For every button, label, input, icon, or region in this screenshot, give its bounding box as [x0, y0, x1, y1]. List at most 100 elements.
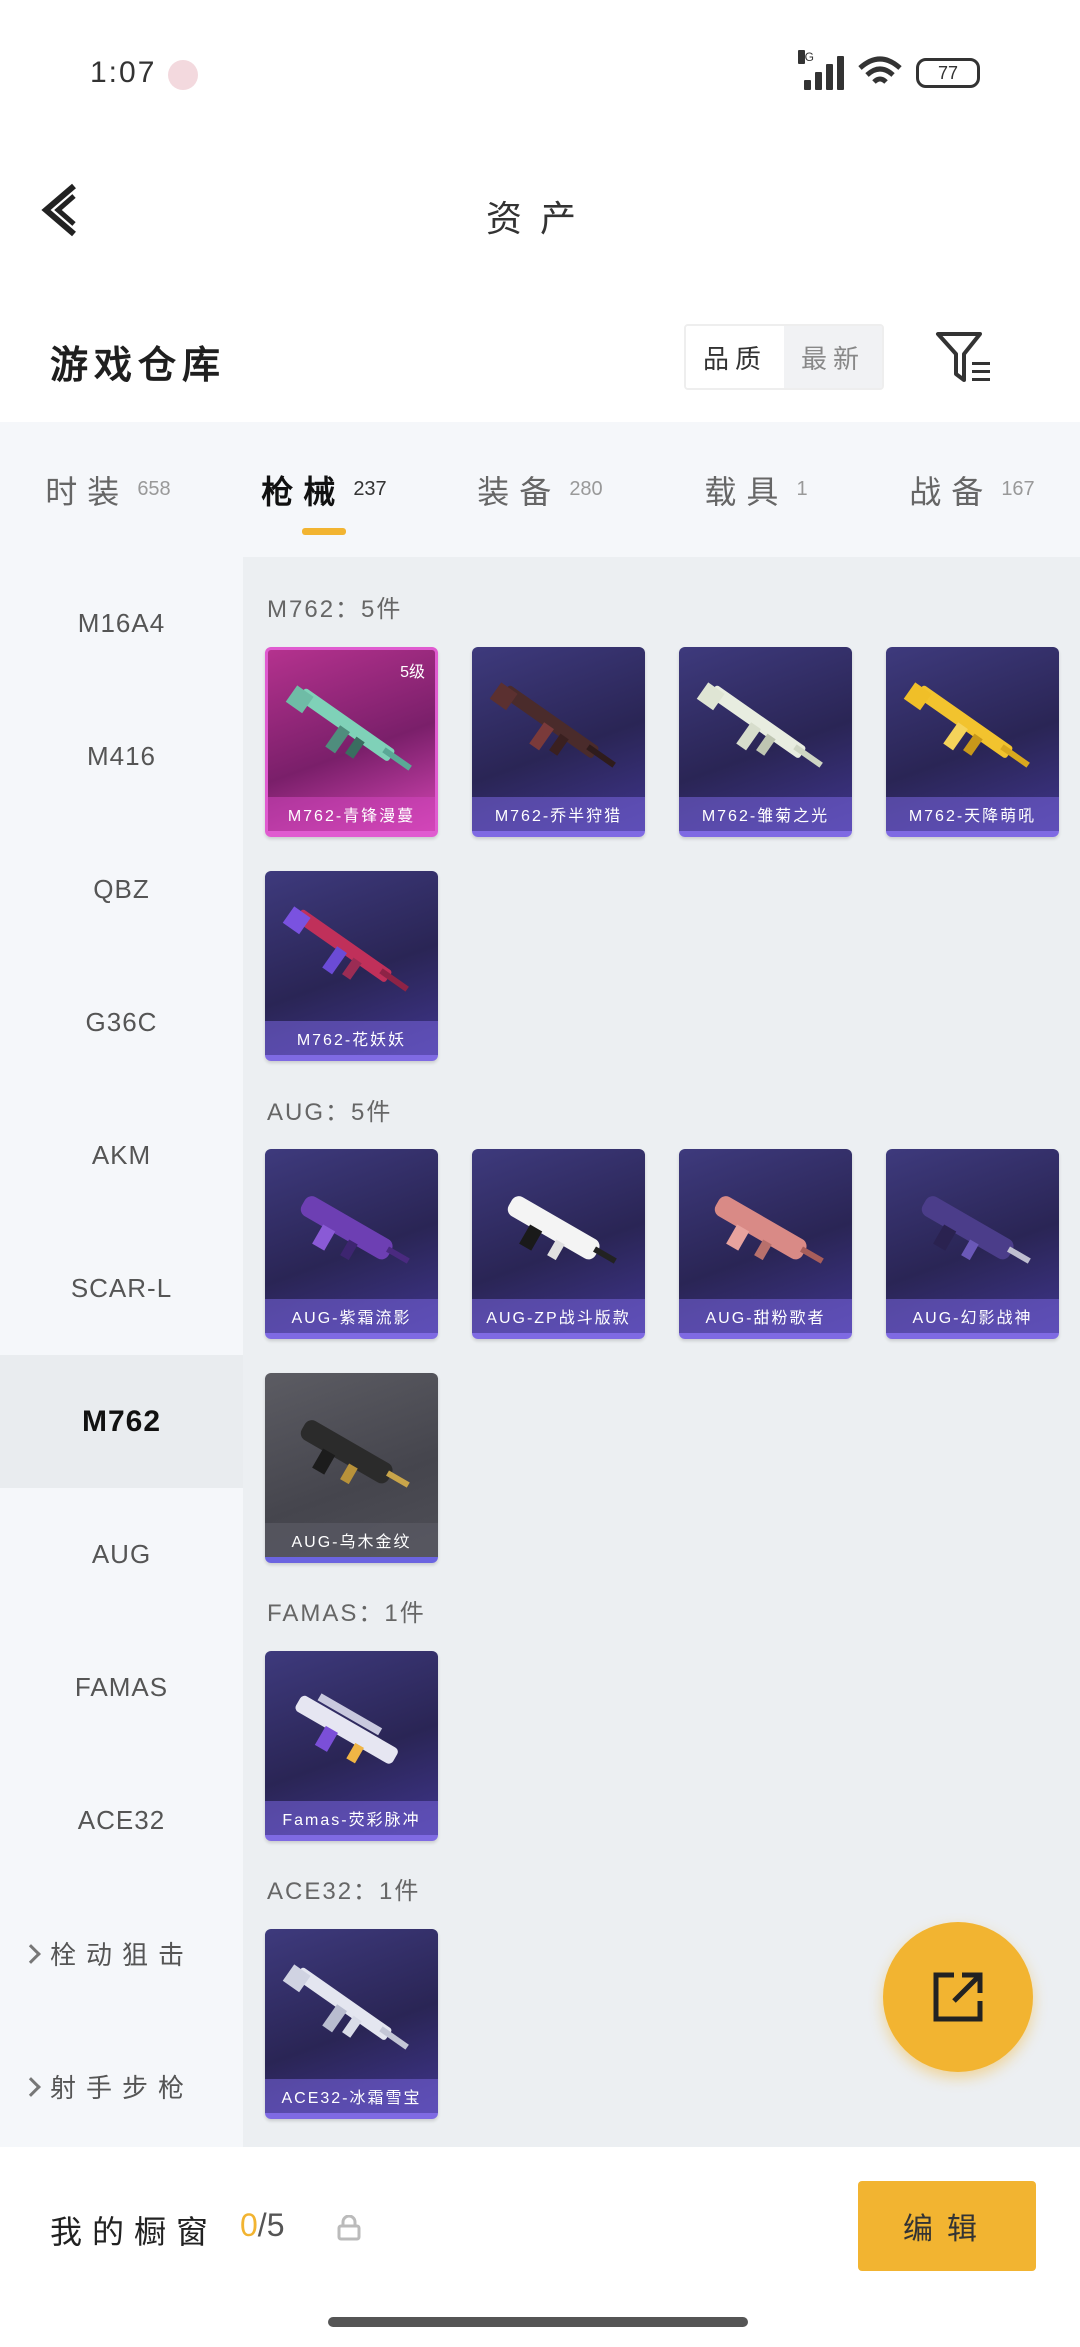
sort-toggle: 品质 最新	[684, 324, 884, 390]
skin-card[interactable]: ACE32-冰霜雪宝	[265, 1929, 438, 2119]
sidebar-item-g36c[interactable]: G36C	[0, 956, 243, 1089]
skin-name: AUG-ZP战斗版款	[472, 1299, 645, 1333]
skin-name: Famas-荧彩脉冲	[265, 1801, 438, 1835]
tab-vehicles[interactable]: 载具 1	[648, 422, 864, 557]
skin-card[interactable]: AUG-紫霜流影	[265, 1149, 438, 1339]
skin-card[interactable]: AUG-甜粉歌者	[679, 1149, 852, 1339]
rifle-icon	[696, 682, 823, 768]
skin-name: AUG-幻影战神	[886, 1299, 1059, 1333]
rifle-icon	[285, 685, 412, 771]
notification-app-icon	[168, 60, 198, 90]
rifle-icon	[903, 682, 1030, 768]
network-type: 5G	[798, 50, 815, 64]
showcase-label: 我的橱窗	[50, 2214, 219, 2250]
showcase-bar: 我的橱窗 0/5 编辑	[0, 2147, 1080, 2347]
tab-firearms[interactable]: 枪械 237	[216, 422, 432, 557]
sidebar-group-label: 射手步枪	[50, 2073, 195, 2103]
lock-icon	[337, 2215, 361, 2241]
sidebar-group-bolt-sniper[interactable]: 栓动狙击	[0, 1887, 243, 2020]
sort-quality-button[interactable]: 品质	[686, 326, 784, 388]
skin-card[interactable]: AUG-乌木金纹	[265, 1373, 438, 1563]
filter-icon[interactable]	[934, 328, 994, 388]
warehouse-header: 游戏仓库 品质 最新	[0, 310, 1080, 420]
skin-name: M762-雏菊之光	[679, 797, 852, 831]
tab-label: 装备	[477, 473, 562, 510]
rifle-icon	[282, 1964, 409, 2050]
status-bar: 1:07 5G 77	[0, 0, 1080, 150]
category-tabs: 时装 658 枪械 237 装备 280 载具 1 战备 167	[0, 422, 1080, 557]
section-label-famas: FAMAS：1件	[267, 1600, 426, 1627]
skin-name: AUG-紫霜流影	[265, 1299, 438, 1333]
active-tab-indicator	[302, 528, 346, 535]
skin-card[interactable]: M762-天降萌吼	[886, 647, 1059, 837]
share-icon	[933, 1972, 983, 2022]
skin-name: AUG-乌木金纹	[265, 1523, 438, 1557]
tab-label: 载具	[704, 473, 789, 510]
bullpup-rifle-icon	[507, 1196, 617, 1264]
skin-card[interactable]: AUG-ZP战斗版款	[472, 1149, 645, 1339]
tab-equipment[interactable]: 装备 280	[432, 422, 648, 557]
skin-name: M762-天降萌吼	[886, 797, 1059, 831]
skin-card[interactable]: Famas-荧彩脉冲	[265, 1651, 438, 1841]
tab-label: 时装	[45, 473, 130, 510]
sidebar-item-scar-l[interactable]: SCAR-L	[0, 1222, 243, 1355]
wifi-icon	[858, 56, 902, 84]
rifle-icon	[295, 1693, 398, 1764]
tab-count: 280	[569, 478, 603, 500]
tab-count: 658	[137, 478, 171, 500]
skin-card[interactable]: M762-花妖妖	[265, 871, 438, 1061]
sidebar-group-label: 栓动狙击	[50, 1940, 195, 1970]
bullpup-rifle-icon	[300, 1196, 410, 1264]
battery-icon: 77	[916, 58, 980, 88]
signal-icon: 5G	[798, 50, 844, 90]
skin-card[interactable]: M762-乔半狩猎	[472, 647, 645, 837]
bullpup-rifle-icon	[300, 1420, 410, 1488]
skin-card[interactable]: 5级 M762-青锋漫蔓	[265, 647, 438, 837]
showcase-current: 0	[240, 2207, 258, 2243]
sidebar-item-qbz[interactable]: QBZ	[0, 823, 243, 956]
skin-card[interactable]: M762-雏菊之光	[679, 647, 852, 837]
page-title: 资产	[485, 198, 594, 239]
showcase-total: /5	[257, 2207, 285, 2243]
status-icons: 5G 77	[798, 50, 980, 90]
rifle-icon	[489, 682, 616, 768]
skin-name: AUG-甜粉歌者	[679, 1299, 852, 1333]
share-button[interactable]	[883, 1922, 1033, 2072]
tab-count: 1	[796, 478, 808, 500]
skin-name: M762-青锋漫蔓	[268, 797, 435, 831]
bullpup-rifle-icon	[921, 1196, 1031, 1264]
showcase-count: 0/5	[240, 2207, 284, 2244]
warehouse-title: 游戏仓库	[50, 345, 227, 387]
edit-button[interactable]: 编辑	[858, 2181, 1036, 2271]
sidebar-item-m16a4[interactable]: M16A4	[0, 557, 243, 690]
status-time: 1:07	[90, 56, 157, 89]
section-label-aug: AUG：5件	[267, 1099, 393, 1126]
chevron-right-icon	[21, 1943, 41, 1964]
bullpup-rifle-icon	[714, 1196, 824, 1264]
sidebar-item-akm[interactable]: AKM	[0, 1089, 243, 1222]
section-label-ace32: ACE32：1件	[267, 1878, 421, 1905]
chevron-right-icon	[21, 2076, 41, 2097]
home-indicator	[328, 2317, 748, 2327]
sidebar-item-m762[interactable]: M762	[0, 1355, 243, 1488]
tab-label: 枪械	[261, 473, 346, 510]
sidebar-item-m416[interactable]: M416	[0, 690, 243, 823]
section-label-m762: M762：5件	[267, 596, 403, 623]
weapon-sidebar: M16A4 M416 QBZ G36C AKM SCAR-L M762 AUG …	[0, 557, 243, 2147]
sidebar-item-famas[interactable]: FAMAS	[0, 1621, 243, 1754]
tab-supplies[interactable]: 战备 167	[864, 422, 1080, 557]
tab-fashion[interactable]: 时装 658	[0, 422, 216, 557]
skin-name: M762-乔半狩猎	[472, 797, 645, 831]
weapon-grid: M762：5件 5级 M762-青锋漫蔓 M762-乔半狩猎 M762-雏菊之光…	[243, 557, 1080, 2147]
skin-card[interactable]: AUG-幻影战神	[886, 1149, 1059, 1339]
skin-name: ACE32-冰霜雪宝	[265, 2079, 438, 2113]
sidebar-item-aug[interactable]: AUG	[0, 1488, 243, 1621]
skin-name: M762-花妖妖	[265, 1021, 438, 1055]
sidebar-group-marksman-rifle[interactable]: 射手步枪	[0, 2020, 243, 2153]
rifle-icon	[282, 906, 409, 992]
tab-count: 167	[1001, 478, 1035, 500]
sidebar-item-ace32[interactable]: ACE32	[0, 1754, 243, 1887]
tab-label: 战备	[909, 473, 994, 510]
top-bar: 资产	[0, 150, 1080, 270]
sort-newest-button[interactable]: 最新	[784, 326, 882, 388]
